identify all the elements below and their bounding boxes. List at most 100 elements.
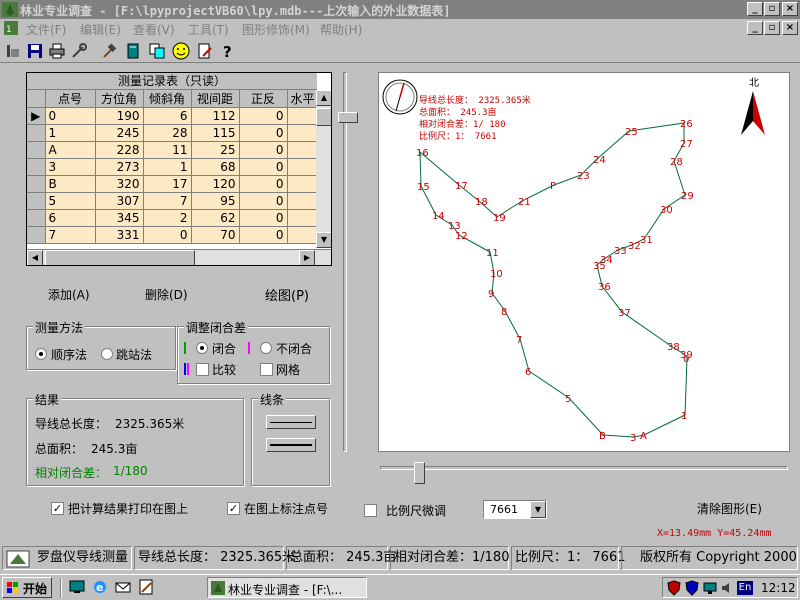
table-cell[interactable] <box>287 124 319 142</box>
horizontal-scrollbar[interactable]: ◀ ▶ <box>27 249 331 265</box>
table-cell[interactable]: 7 <box>143 192 192 210</box>
scroll-left-arrow-icon[interactable]: ◀ <box>27 250 43 265</box>
table-cell[interactable]: 345 <box>95 209 144 227</box>
column-header[interactable]: 点号 <box>45 90 96 108</box>
save-icon[interactable] <box>24 41 46 61</box>
vertical-slider-track[interactable] <box>343 72 347 452</box>
thin-line-button[interactable] <box>266 415 316 429</box>
shield-icon[interactable] <box>667 580 681 596</box>
table-cell[interactable] <box>287 158 319 176</box>
table-cell[interactable]: 0 <box>239 158 288 176</box>
table-cell[interactable]: 0 <box>239 124 288 142</box>
table-cell[interactable]: 0 <box>239 226 288 244</box>
table-cell[interactable] <box>287 192 319 210</box>
table-cell[interactable]: A <box>45 141 96 159</box>
table-cell[interactable]: 6 <box>143 107 192 125</box>
maximize-button[interactable]: ▫ <box>764 2 780 16</box>
print-icon[interactable] <box>46 41 68 61</box>
document-icon[interactable]: 1 <box>3 20 19 36</box>
measurement-grid[interactable]: 点号 方位角 倾斜角 视间距 正反 水平 ▶ 0 190 6 112 0 1 245 28 115… <box>27 90 319 244</box>
horizontal-slider-thumb[interactable] <box>414 462 425 484</box>
table-cell[interactable]: 0 <box>239 209 288 227</box>
label-points-checkbox[interactable]: ✓ <box>227 502 240 515</box>
hammer-icon[interactable] <box>98 41 120 61</box>
open-radio[interactable] <box>260 342 272 354</box>
hscroll-thumb[interactable] <box>45 250 195 265</box>
table-cell[interactable]: 115 <box>191 124 240 142</box>
copy-icon[interactable] <box>146 41 168 61</box>
menu-graphic[interactable]: 图形修饰(M) <box>242 21 310 38</box>
table-cell[interactable]: 0 <box>143 226 192 244</box>
table-cell[interactable]: 190 <box>95 107 144 125</box>
grid-checkbox[interactable] <box>260 363 273 376</box>
menu-help[interactable]: 帮助(H) <box>320 21 362 38</box>
table-cell[interactable]: 0 <box>239 141 288 159</box>
table-cell[interactable]: 5 <box>45 192 96 210</box>
table-cell[interactable]: 0 <box>239 192 288 210</box>
scale-adjust-checkbox[interactable] <box>364 504 377 517</box>
table-cell[interactable]: 120 <box>191 175 240 193</box>
smiley-icon[interactable] <box>170 41 192 61</box>
table-cell[interactable]: 0 <box>239 175 288 193</box>
horizontal-slider-track[interactable] <box>380 466 788 470</box>
table-cell[interactable]: 17 <box>143 175 192 193</box>
scale-select[interactable]: 7661 ▼ <box>483 500 547 519</box>
table-cell[interactable]: 331 <box>95 226 144 244</box>
table-cell[interactable] <box>287 141 319 159</box>
draw-button[interactable]: 绘图(P) <box>265 285 309 304</box>
table-cell[interactable] <box>287 107 319 125</box>
table-cell[interactable]: 7 <box>45 226 96 244</box>
shield-icon[interactable] <box>685 580 699 596</box>
table-cell[interactable]: 320 <box>95 175 144 193</box>
column-header[interactable]: 方位角 <box>95 90 144 108</box>
row-indicator[interactable] <box>27 209 46 227</box>
delete-button[interactable]: 删除(D) <box>145 286 188 303</box>
row-indicator[interactable] <box>27 141 46 159</box>
scroll-up-arrow-icon[interactable]: ▲ <box>316 90 331 106</box>
table-cell[interactable]: 11 <box>143 141 192 159</box>
table-cell[interactable]: 25 <box>191 141 240 159</box>
notepad-icon[interactable] <box>135 577 157 597</box>
menu-view[interactable]: 查看(V) <box>133 21 175 38</box>
vertical-scrollbar[interactable]: ▲ ▼ <box>316 90 331 248</box>
table-row[interactable]: 6 345 2 62 0 <box>27 209 319 227</box>
table-cell[interactable] <box>287 209 319 227</box>
table-row[interactable]: 1 245 28 115 0 <box>27 124 319 142</box>
table-cell[interactable]: 95 <box>191 192 240 210</box>
menu-file[interactable]: 文件(F) <box>26 21 66 38</box>
speaker-icon[interactable] <box>720 581 734 595</box>
properties-icon[interactable] <box>2 41 24 61</box>
table-cell[interactable] <box>287 175 319 193</box>
table-cell[interactable]: 62 <box>191 209 240 227</box>
column-header[interactable]: 视间距 <box>191 90 240 108</box>
thick-line-button[interactable] <box>266 438 316 452</box>
start-button[interactable]: 开始 <box>2 577 52 598</box>
table-cell[interactable]: 2 <box>143 209 192 227</box>
scroll-thumb[interactable] <box>316 108 331 126</box>
table-cell[interactable]: 70 <box>191 226 240 244</box>
sequential-radio[interactable] <box>35 348 47 360</box>
row-indicator[interactable] <box>27 124 46 142</box>
table-cell[interactable]: 68 <box>191 158 240 176</box>
mdi-minimize-button[interactable]: _ <box>747 21 763 35</box>
menu-edit[interactable]: 编辑(E) <box>80 21 121 38</box>
closed-radio[interactable] <box>196 342 208 354</box>
dropdown-arrow-icon[interactable]: ▼ <box>530 501 546 518</box>
table-cell[interactable]: 1 <box>143 158 192 176</box>
table-cell[interactable]: 273 <box>95 158 144 176</box>
current-row-indicator-icon[interactable]: ▶ <box>27 107 46 125</box>
table-cell[interactable]: B <box>45 175 96 193</box>
add-button[interactable]: 添加(A) <box>48 286 90 303</box>
table-cell[interactable]: 0 <box>239 107 288 125</box>
scroll-down-arrow-icon[interactable]: ▼ <box>316 232 331 248</box>
table-cell[interactable]: 228 <box>95 141 144 159</box>
table-cell[interactable]: 3 <box>45 158 96 176</box>
tools-icon[interactable] <box>68 41 90 61</box>
column-header[interactable]: 倾斜角 <box>143 90 192 108</box>
table-cell[interactable]: 0 <box>45 107 96 125</box>
traverse-drawing-canvas[interactable]: 北 导线总长度： 2325.365米 总面积： 245.3亩 相对闭合差：1/ … <box>378 72 790 452</box>
table-cell[interactable]: 112 <box>191 107 240 125</box>
column-header[interactable]: 水平 <box>287 90 319 108</box>
table-cell[interactable]: 307 <box>95 192 144 210</box>
vertical-slider-thumb[interactable] <box>338 112 358 123</box>
